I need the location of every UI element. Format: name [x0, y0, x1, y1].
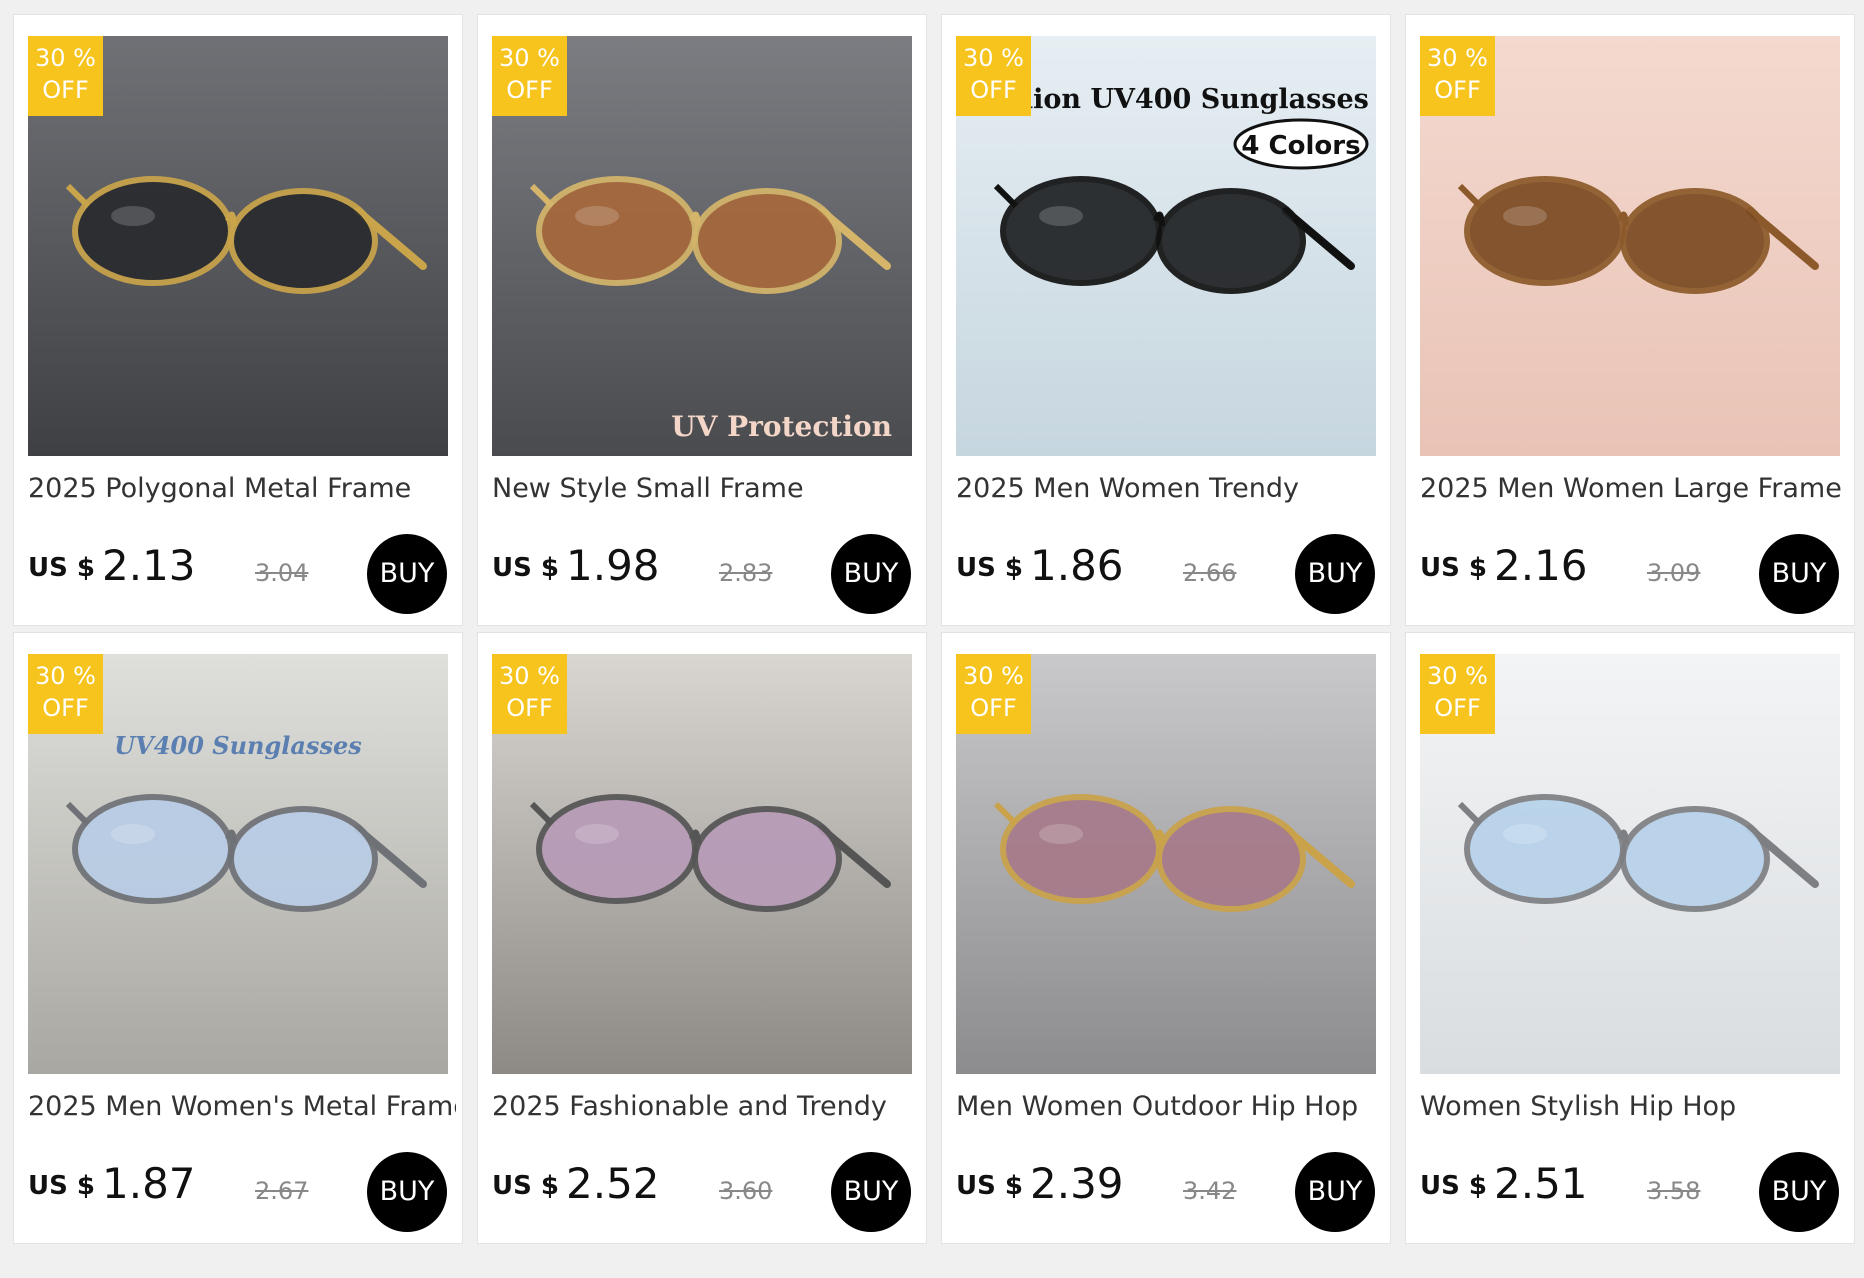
product-title[interactable]: 2025 Fashionable and Trendy [492, 1091, 920, 1122]
discount-badge: 30 % OFF [956, 36, 1031, 116]
sale-price: 1.87 [102, 1159, 196, 1208]
product-image[interactable]: 30 % OFF [1420, 36, 1840, 456]
original-price: 3.58 [1647, 1177, 1701, 1205]
product-title[interactable]: 2025 Men Women Large Frame [1420, 473, 1848, 504]
product-card[interactable]: 30 % OFF 2025 Men Women Large Frame US $2.1… [1405, 14, 1855, 626]
sale-price: 2.51 [1494, 1159, 1588, 1208]
currency-label: US $ [28, 553, 95, 583]
currency-label: US $ [1420, 553, 1487, 583]
product-image[interactable]: Fashion UV400 Sunglasses 4 Colors 30 % OFF [956, 36, 1376, 456]
photo-overlay-text: UV Protection [671, 410, 892, 443]
buy-button[interactable]: BUY [1295, 534, 1375, 614]
original-price: 2.67 [255, 1177, 309, 1205]
original-price: 3.60 [719, 1177, 773, 1205]
sale-price: 2.52 [566, 1159, 660, 1208]
sale-price: 2.13 [102, 541, 196, 590]
discount-off-label: OFF [42, 694, 89, 722]
product-card[interactable]: UV Protection 30 % OFF New Style Small Fram… [477, 14, 927, 626]
discount-percent: 30 % [1427, 44, 1488, 72]
discount-off-label: OFF [506, 694, 553, 722]
product-title[interactable]: 2025 Polygonal Metal Frame [28, 473, 456, 504]
currency-label: US $ [492, 1171, 559, 1201]
photo-overlay-badge-text: 4 Colors [1241, 131, 1360, 161]
currency-label: US $ [956, 553, 1023, 583]
discount-badge: 30 % OFF [956, 654, 1031, 734]
discount-badge: 30 % OFF [1420, 654, 1495, 734]
photo-overlay-text: UV400 Sunglasses [114, 731, 362, 760]
product-card[interactable]: Fashion UV400 Sunglasses 4 Colors 30 % OFF 2… [941, 14, 1391, 626]
product-title[interactable]: Women Stylish Hip Hop [1420, 1091, 1848, 1122]
product-image[interactable]: 30 % OFF [28, 36, 448, 456]
discount-off-label: OFF [42, 76, 89, 104]
discount-off-label: OFF [506, 76, 553, 104]
sale-price: 1.98 [566, 541, 660, 590]
currency-label: US $ [956, 1171, 1023, 1201]
currency-label: US $ [492, 553, 559, 583]
discount-badge: 30 % OFF [492, 654, 567, 734]
discount-percent: 30 % [963, 44, 1024, 72]
buy-button[interactable]: BUY [1759, 534, 1839, 614]
discount-percent: 30 % [35, 662, 96, 690]
product-image[interactable]: UV Protection 30 % OFF [492, 36, 912, 456]
sale-price: 2.39 [1030, 1159, 1124, 1208]
discount-badge: 30 % OFF [28, 654, 103, 734]
discount-percent: 30 % [499, 44, 560, 72]
buy-button[interactable]: BUY [831, 534, 911, 614]
product-grid: 30 % OFF 2025 Polygonal Metal Frame US $2.1… [13, 14, 1855, 1244]
buy-button[interactable]: BUY [831, 1152, 911, 1232]
product-image[interactable]: 30 % OFF [956, 654, 1376, 1074]
original-price: 2.66 [1183, 559, 1237, 587]
currency-label: US $ [1420, 1171, 1487, 1201]
buy-button[interactable]: BUY [367, 534, 447, 614]
discount-percent: 30 % [499, 662, 560, 690]
product-card[interactable]: UV400 Sunglasses 30 % OFF 2025 Men Women's … [13, 632, 463, 1244]
buy-button[interactable]: BUY [1759, 1152, 1839, 1232]
buy-button[interactable]: BUY [367, 1152, 447, 1232]
product-title[interactable]: Men Women Outdoor Hip Hop [956, 1091, 1384, 1122]
discount-off-label: OFF [1434, 694, 1481, 722]
product-card[interactable]: 30 % OFF Women Stylish Hip Hop US $2.51 3.58… [1405, 632, 1855, 1244]
discount-badge: 30 % OFF [492, 36, 567, 116]
original-price: 3.42 [1183, 1177, 1237, 1205]
discount-off-label: OFF [1434, 76, 1481, 104]
sale-price: 2.16 [1494, 541, 1588, 590]
product-image[interactable]: 30 % OFF [1420, 654, 1840, 1074]
discount-off-label: OFF [970, 76, 1017, 104]
sale-price: 1.86 [1030, 541, 1124, 590]
product-title[interactable]: 2025 Men Women Trendy [956, 473, 1384, 504]
product-title[interactable]: 2025 Men Women's Metal Frame [28, 1091, 456, 1122]
discount-badge: 30 % OFF [1420, 36, 1495, 116]
product-card[interactable]: 30 % OFF 2025 Polygonal Metal Frame US $2.1… [13, 14, 463, 626]
discount-percent: 30 % [35, 44, 96, 72]
product-image[interactable]: 30 % OFF [492, 654, 912, 1074]
original-price: 3.09 [1647, 559, 1701, 587]
discount-off-label: OFF [970, 694, 1017, 722]
currency-label: US $ [28, 1171, 95, 1201]
product-title[interactable]: New Style Small Frame [492, 473, 920, 504]
original-price: 3.04 [255, 559, 309, 587]
discount-percent: 30 % [1427, 662, 1488, 690]
product-image[interactable]: UV400 Sunglasses 30 % OFF [28, 654, 448, 1074]
product-card[interactable]: 30 % OFF Men Women Outdoor Hip Hop US $2.39… [941, 632, 1391, 1244]
original-price: 2.83 [719, 559, 773, 587]
product-card[interactable]: 30 % OFF 2025 Fashionable and Trendy US $2.… [477, 632, 927, 1244]
buy-button[interactable]: BUY [1295, 1152, 1375, 1232]
discount-percent: 30 % [963, 662, 1024, 690]
discount-badge: 30 % OFF [28, 36, 103, 116]
